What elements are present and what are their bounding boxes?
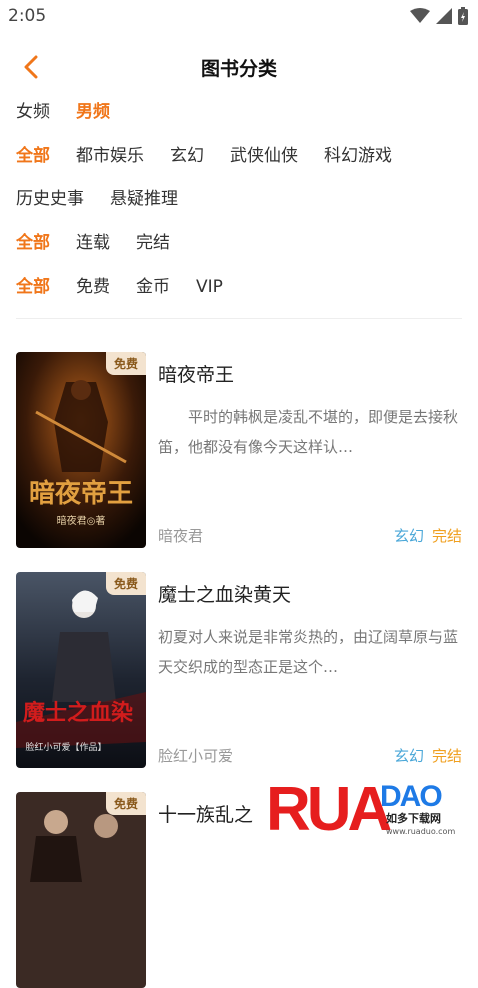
book-cover[interactable]: 暗夜帝王 暗夜君◎著 免费 [16, 352, 146, 548]
signal-icon [436, 8, 452, 24]
cover-title-text: 魔士之血染 [23, 700, 133, 726]
filter-price-all[interactable]: 全部 [16, 273, 50, 301]
book-description: 初夏对人来说是非常炎热的，由辽阔草原与蓝天交织成的型态正是这个… [158, 628, 459, 676]
free-badge: 免费 [105, 352, 146, 375]
book-title[interactable]: 魔士之血染黄天 [158, 580, 291, 607]
genre-tag: 玄幻 [393, 527, 424, 545]
cover-art: 暗夜帝王 暗夜君◎著 [16, 352, 146, 548]
filter-genre-mystery[interactable]: 悬疑推理 [110, 185, 178, 213]
filter-price-vip[interactable]: VIP [196, 273, 223, 301]
cover-author-text: 暗夜君◎著 [57, 514, 106, 527]
book-tags: 玄幻 完结 [394, 745, 462, 766]
cover-author-text: 脸红小可爱【作品】 [25, 741, 106, 753]
filter-gender-male[interactable]: 男频 [76, 98, 110, 126]
status-tag: 完结 [431, 527, 462, 545]
filter-genre-scifi[interactable]: 科幻游戏 [324, 142, 392, 170]
filter-status-finished[interactable]: 完结 [136, 229, 170, 257]
book-title[interactable]: 十一族乱之 [158, 800, 253, 827]
status-time: 2:05 [8, 6, 47, 26]
book-cover[interactable]: 免费 [16, 792, 146, 988]
book-item[interactable]: 魔士之血染 脸红小可爱【作品】 免费 魔士之血染黄天 初夏对人来说是非常炎热的，… [16, 572, 462, 768]
genre-filter-row: 全部 都市娱乐 玄幻 武侠仙侠 科幻游戏 历史史事 悬疑推理 [16, 142, 462, 213]
filter-genre-history[interactable]: 历史史事 [16, 185, 84, 213]
filter-status-ongoing[interactable]: 连载 [76, 229, 110, 257]
filter-genre-wuxia[interactable]: 武侠仙侠 [230, 142, 298, 170]
gender-filter-row: 女频 男频 [16, 98, 462, 126]
book-item[interactable]: 暗夜帝王 暗夜君◎著 免费 暗夜帝王 平时的韩枫是凌乱不堪的，即便是去接秋笛，他… [16, 352, 462, 548]
book-cover[interactable]: 魔士之血染 脸红小可爱【作品】 免费 [16, 572, 146, 768]
book-author: 脸红小可爱 [158, 747, 234, 765]
price-filter-row: 全部 免费 金币 VIP [16, 273, 462, 301]
filter-genre-all[interactable]: 全部 [16, 142, 50, 170]
wifi-icon [410, 8, 430, 23]
cover-art: 魔士之血染 脸红小可爱【作品】 [16, 572, 146, 768]
filter-gender-female[interactable]: 女频 [16, 98, 50, 126]
free-badge: 免费 [105, 792, 146, 815]
header: 图书分类 [0, 44, 478, 88]
status-bar: 2:05 [0, 0, 478, 32]
book-author: 暗夜君 [158, 527, 204, 545]
genre-tag: 玄幻 [393, 747, 424, 765]
filter-price-free[interactable]: 免费 [76, 273, 110, 301]
filter-status-all[interactable]: 全部 [16, 229, 50, 257]
filter-genre-fantasy[interactable]: 玄幻 [170, 142, 204, 170]
cover-title-text: 暗夜帝王 [29, 478, 133, 509]
filter-price-coins[interactable]: 金币 [136, 273, 170, 301]
book-title[interactable]: 暗夜帝王 [158, 360, 234, 387]
book-item[interactable]: 免费 十一族乱之 [16, 792, 462, 988]
status-icons [410, 7, 468, 25]
free-badge: 免费 [105, 572, 146, 595]
section-divider [16, 318, 462, 319]
filter-genre-urban[interactable]: 都市娱乐 [76, 142, 144, 170]
status-tag: 完结 [431, 747, 462, 765]
page-title: 图书分类 [200, 58, 277, 80]
battery-icon [458, 7, 468, 25]
cover-art [16, 792, 146, 988]
status-filter-row: 全部 连载 完结 [16, 229, 462, 257]
book-tags: 玄幻 完结 [394, 525, 462, 546]
book-description: 平时的韩枫是凌乱不堪的，即便是去接秋笛，他都没有像今天这样认… [158, 408, 459, 456]
